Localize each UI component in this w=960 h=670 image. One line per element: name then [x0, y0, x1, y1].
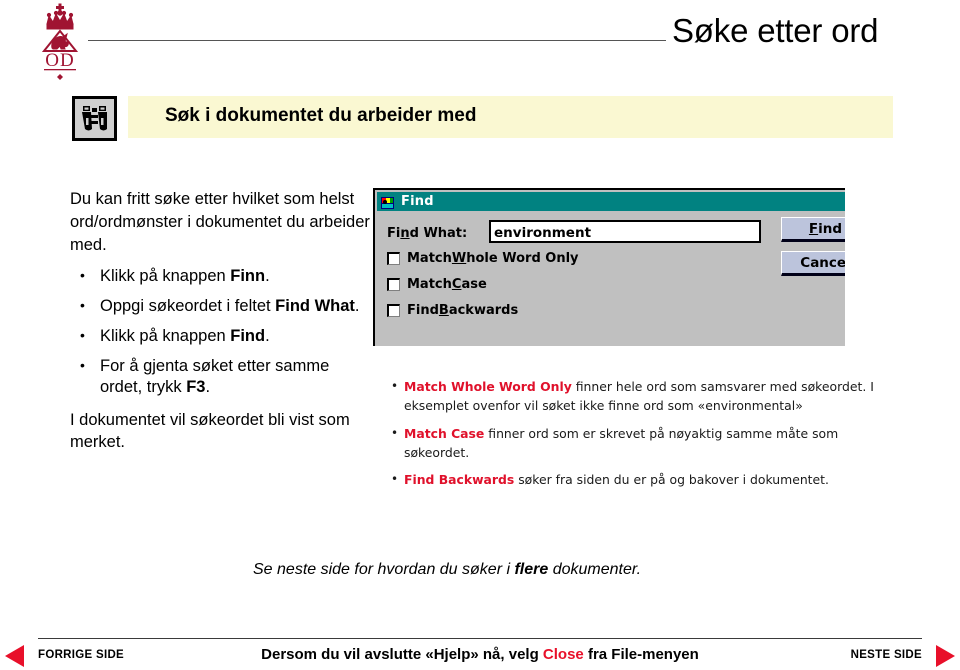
option-term: Match Whole Word Only — [404, 379, 572, 394]
find-what-label-pre: Fi — [387, 226, 401, 241]
explanation-bullet-list: • Match Whole Word Only finner hele ord s… — [390, 378, 890, 490]
footer-hint-pre: Dersom du vil avslutte «Hjelp» nå, velg — [261, 646, 543, 663]
bullet-glyph: • — [391, 379, 399, 393]
find-backwards-checkbox-row[interactable]: Find Backwards — [387, 303, 518, 318]
od-crest-logo: OD — [32, 2, 88, 82]
bullet-text-post: . — [265, 267, 270, 286]
bullet-text-bold: Find — [230, 326, 266, 345]
list-item: • Klikk på knappen Finn. — [70, 266, 370, 288]
find-button[interactable]: Find — [781, 217, 845, 242]
match-whole-word-checkbox-row[interactable]: Match Whole Word Only — [387, 251, 579, 266]
list-item: • Match Case finner ord som er skrevet på… — [390, 425, 890, 463]
checkbox-label-post: ase — [461, 277, 487, 292]
closing-paragraph: I dokumentet vil søkeordet bli vist som … — [70, 411, 350, 452]
list-item: • Oppgi søkeordet i feltet Find What. — [70, 296, 370, 318]
checkbox-label-post: hole Word Only — [466, 251, 579, 266]
right-explanation-column: • Match Whole Word Only finner hele ord s… — [390, 378, 890, 499]
next-page-arrow-icon[interactable] — [936, 645, 955, 667]
cancel-button-label: Cancel — [800, 254, 845, 271]
option-description: søker fra siden du er på og bakover i do… — [514, 472, 829, 488]
footer-hint-accent: Close — [542, 646, 584, 663]
next-page-label[interactable]: NESTE SIDE — [851, 649, 922, 661]
list-item: • For å gjenta søket etter samme ordet, t… — [70, 356, 370, 400]
bullet-text-pre: Oppgi søkeordet i feltet — [100, 297, 276, 316]
od-logo-text: OD — [45, 50, 74, 71]
find-what-label-post: d What: — [409, 226, 468, 241]
bullet-glyph: • — [80, 326, 85, 343]
bottom-note-bold: flere — [514, 561, 549, 578]
list-item: • Find Backwards søker fra siden du er på… — [390, 471, 890, 490]
bullet-text-post: . — [354, 297, 360, 316]
checkbox-label-accel: W — [451, 251, 467, 266]
bullet-text-pre: For å gjenta søket etter samme ordet, tr… — [100, 356, 330, 397]
bullet-text-bold: Finn — [230, 267, 266, 286]
bullet-text-pre: Klikk på knappen — [100, 267, 231, 286]
option-term: Match Case — [404, 425, 485, 441]
cancel-button[interactable]: Cancel — [781, 251, 845, 276]
checkbox-label-pre: Match — [407, 251, 452, 266]
checkbox-label-post: ackwards — [448, 303, 519, 318]
list-item: • Match Whole Word Only finner hele ord s… — [390, 378, 890, 416]
binoculars-icon — [72, 96, 117, 141]
intro-paragraph: Du kan fritt søke etter hvilket som hels… — [70, 190, 370, 254]
find-dialog-body: Find What: environment Match Whole Word … — [377, 211, 845, 346]
match-case-checkbox-row[interactable]: Match Case — [387, 277, 487, 292]
list-item: • Klikk på knappen Find. — [70, 326, 370, 348]
checkbox-icon[interactable] — [387, 252, 400, 265]
left-instructions-column: Du kan fritt søke etter hvilket som hels… — [70, 188, 370, 470]
checkbox-label-pre: Match — [407, 277, 452, 292]
find-what-input[interactable]: environment — [489, 220, 761, 243]
find-button-label: ind — [818, 220, 843, 237]
find-app-icon — [381, 195, 395, 209]
section-heading-text: Søk i dokumentet du arbeider med — [165, 105, 477, 126]
bullet-glyph: • — [80, 267, 85, 284]
checkbox-icon[interactable] — [387, 304, 400, 317]
bottom-note-pre: Se neste side for hvordan du søker i — [253, 561, 515, 578]
bullet-glyph: • — [391, 472, 399, 487]
find-dialog-title: Find — [401, 194, 434, 209]
page-title: Søke etter ord — [672, 12, 879, 49]
find-dialog-screenshot: Find Find What: environment Match Whole … — [373, 188, 845, 346]
bullet-text-post: . — [265, 326, 270, 345]
checkbox-label-accel: C — [451, 277, 462, 292]
footer-divider-rule — [38, 638, 922, 639]
checkbox-icon[interactable] — [387, 278, 400, 291]
find-what-label-accel: n — [400, 226, 410, 241]
footer-hint-post: fra File-menyen — [583, 646, 699, 663]
option-term: Find Backwards — [404, 472, 515, 488]
bullet-text-bold: F3 — [186, 378, 206, 397]
checkbox-label-pre: Find — [407, 303, 439, 318]
bullet-glyph: • — [391, 425, 399, 440]
bullet-text-pre: Klikk på knappen — [100, 326, 231, 345]
find-what-label: Find What: — [387, 226, 467, 241]
find-dialog-titlebar: Find — [377, 192, 845, 211]
bullet-text-post: . — [205, 378, 211, 397]
find-button-accel: F — [808, 220, 819, 237]
bullet-text-bold: Find What — [275, 297, 355, 316]
instruction-bullet-list: • Klikk på knappen Finn. • Oppgi søkeordet… — [70, 266, 370, 399]
header-divider-rule — [88, 40, 666, 41]
checkbox-label-accel: B — [438, 303, 449, 318]
page-header: OD Søke etter ord — [0, 0, 960, 88]
bottom-note: Se neste side for hvordan du søker i fle… — [253, 561, 641, 579]
footer-hint-text: Dersom du vil avslutte «Hjelp» nå, velg … — [0, 646, 960, 663]
bullet-glyph: • — [80, 356, 85, 373]
bullet-glyph: • — [80, 297, 85, 314]
bottom-note-post: dokumenter. — [548, 561, 642, 578]
